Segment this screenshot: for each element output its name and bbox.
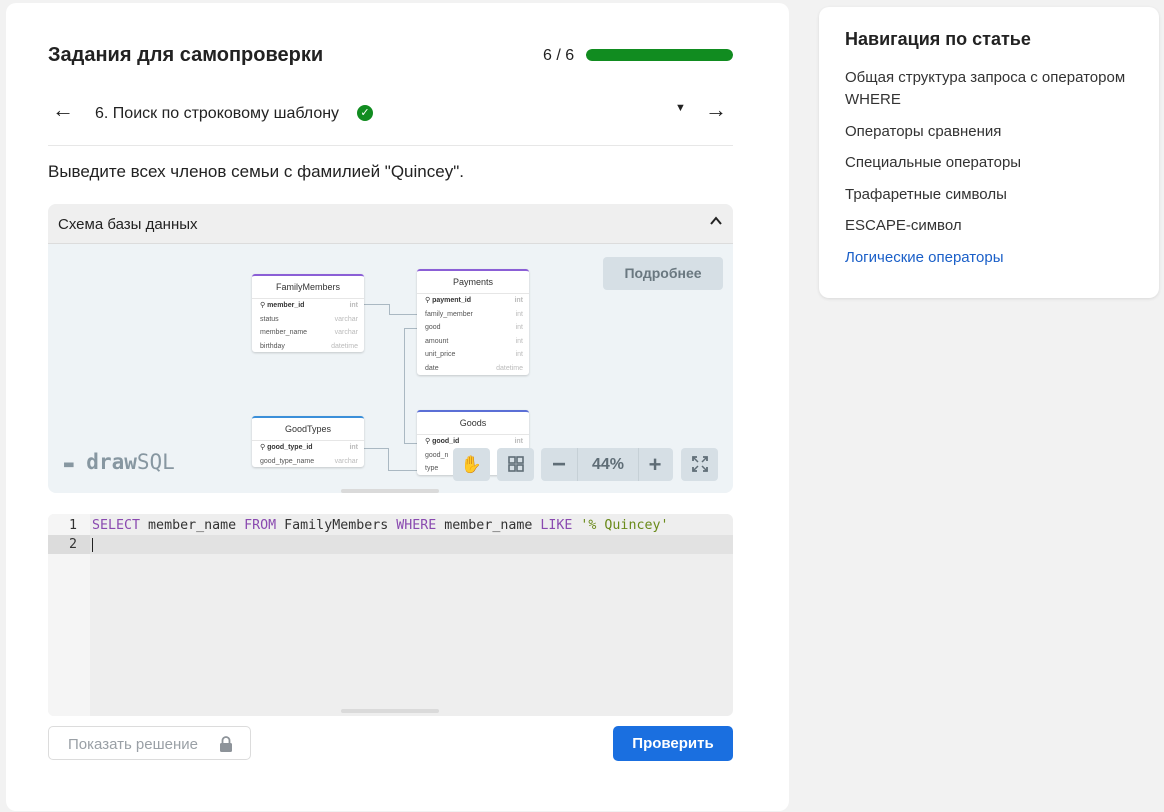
progress-counter: 6 / 6 [543, 47, 575, 64]
nav-item[interactable]: Операторы сравнения [845, 121, 1145, 143]
table-name: Payments [417, 269, 529, 294]
article-navigation: Навигация по статье Общая структура запр… [819, 7, 1159, 298]
task-description: Выведите всех членов семьи с фамилией "Q… [48, 162, 464, 181]
table-good-types[interactable]: GoodTypes ⚲ good_type_id int good_type_na… [252, 416, 364, 467]
arrow-right-icon[interactable]: → [705, 99, 727, 121]
column-row: amount int [425, 337, 523, 345]
column-row: ⚲ member_id int [260, 302, 358, 309]
show-solution-button[interactable]: Показать решение [48, 726, 251, 760]
column-row: ⚲ payment_id int [425, 297, 523, 304]
line-number: 2 [48, 535, 90, 554]
page-title: Задания для самопроверки [48, 44, 324, 66]
table-name: GoodTypes [252, 416, 364, 441]
check-button[interactable]: Проверить [613, 726, 733, 761]
lock-icon [220, 736, 232, 752]
nav-item[interactable]: Общая структура запроса с оператором WHE… [845, 67, 1145, 111]
schema-header[interactable]: Схема базы данных [48, 204, 733, 244]
arrow-left-icon[interactable]: ← [52, 99, 74, 121]
logo-mark-icon: ▬ [64, 454, 74, 473]
task-selector: ← 6. Поиск по строковому шаблону ✓ ▼ → [48, 96, 733, 146]
check-circle-icon: ✓ [357, 105, 373, 121]
caret-down-icon[interactable]: ▼ [675, 102, 686, 114]
code-line[interactable]: 2 [48, 535, 733, 554]
nav-item-current[interactable]: Логические операторы [845, 247, 1145, 269]
zoom-out-icon[interactable]: − [541, 448, 577, 481]
schema-title: Схема базы данных [58, 216, 198, 233]
zoom-control: − 44% + [541, 448, 673, 481]
text-cursor [92, 538, 93, 552]
schema-diagram[interactable]: FamilyMembers ⚲ member_id int status varch… [48, 244, 733, 493]
code-text[interactable]: SELECT member_name FROM FamilyMembers WH… [92, 516, 668, 535]
diagram-scrollbar[interactable] [341, 489, 439, 493]
column-row: member_name varchar [260, 329, 358, 337]
column-row: unit_price int [425, 351, 523, 359]
table-name: Goods [417, 410, 529, 435]
more-button[interactable]: Подробнее [603, 257, 723, 290]
line-number: 1 [68, 518, 77, 533]
nav-item[interactable]: ESCAPE-символ [845, 215, 1145, 237]
zoom-in-icon[interactable]: + [637, 448, 673, 481]
table-family-members[interactable]: FamilyMembers ⚲ member_id int status varch… [252, 274, 364, 352]
column-row: ⚲ good_id int [425, 438, 523, 445]
drawsql-logo: ▬ drawSQL [64, 450, 175, 474]
current-task-name[interactable]: 6. Поиск по строковому шаблону [95, 105, 339, 123]
hand-icon[interactable]: ✋ [453, 448, 490, 481]
nav-item[interactable]: Трафаретные символы [845, 184, 1145, 206]
sql-editor[interactable]: 1 SELECT member_name FROM FamilyMembers … [48, 514, 733, 716]
zoom-level: 44% [577, 448, 639, 481]
nav-title: Навигация по статье [845, 29, 1031, 49]
code-line[interactable]: 1 SELECT member_name FROM FamilyMembers … [48, 516, 733, 535]
editor-scrollbar[interactable] [341, 709, 439, 713]
progress-fill [586, 49, 733, 61]
column-row: good int [425, 324, 523, 332]
table-name: FamilyMembers [252, 274, 364, 299]
nav-list: Общая структура запроса с оператором WHE… [845, 67, 1145, 278]
grid-icon[interactable] [497, 448, 534, 481]
column-row: status varchar [260, 315, 358, 323]
column-row: good_type_name varchar [260, 457, 358, 465]
column-row: family_member int [425, 310, 523, 318]
column-row: date datetime [425, 364, 523, 372]
progress-bar [586, 49, 733, 61]
schema-panel: Схема базы данных FamilyMembers ⚲ member… [48, 204, 733, 493]
show-solution-label: Показать решение [68, 736, 198, 753]
column-row: birthday datetime [260, 342, 358, 350]
fullscreen-icon[interactable] [681, 448, 718, 481]
nav-item[interactable]: Специальные операторы [845, 152, 1145, 174]
chevron-up-icon[interactable] [709, 214, 723, 228]
table-payments[interactable]: Payments ⚲ payment_id int family_member in… [417, 269, 529, 375]
column-row: ⚲ good_type_id int [260, 444, 358, 451]
